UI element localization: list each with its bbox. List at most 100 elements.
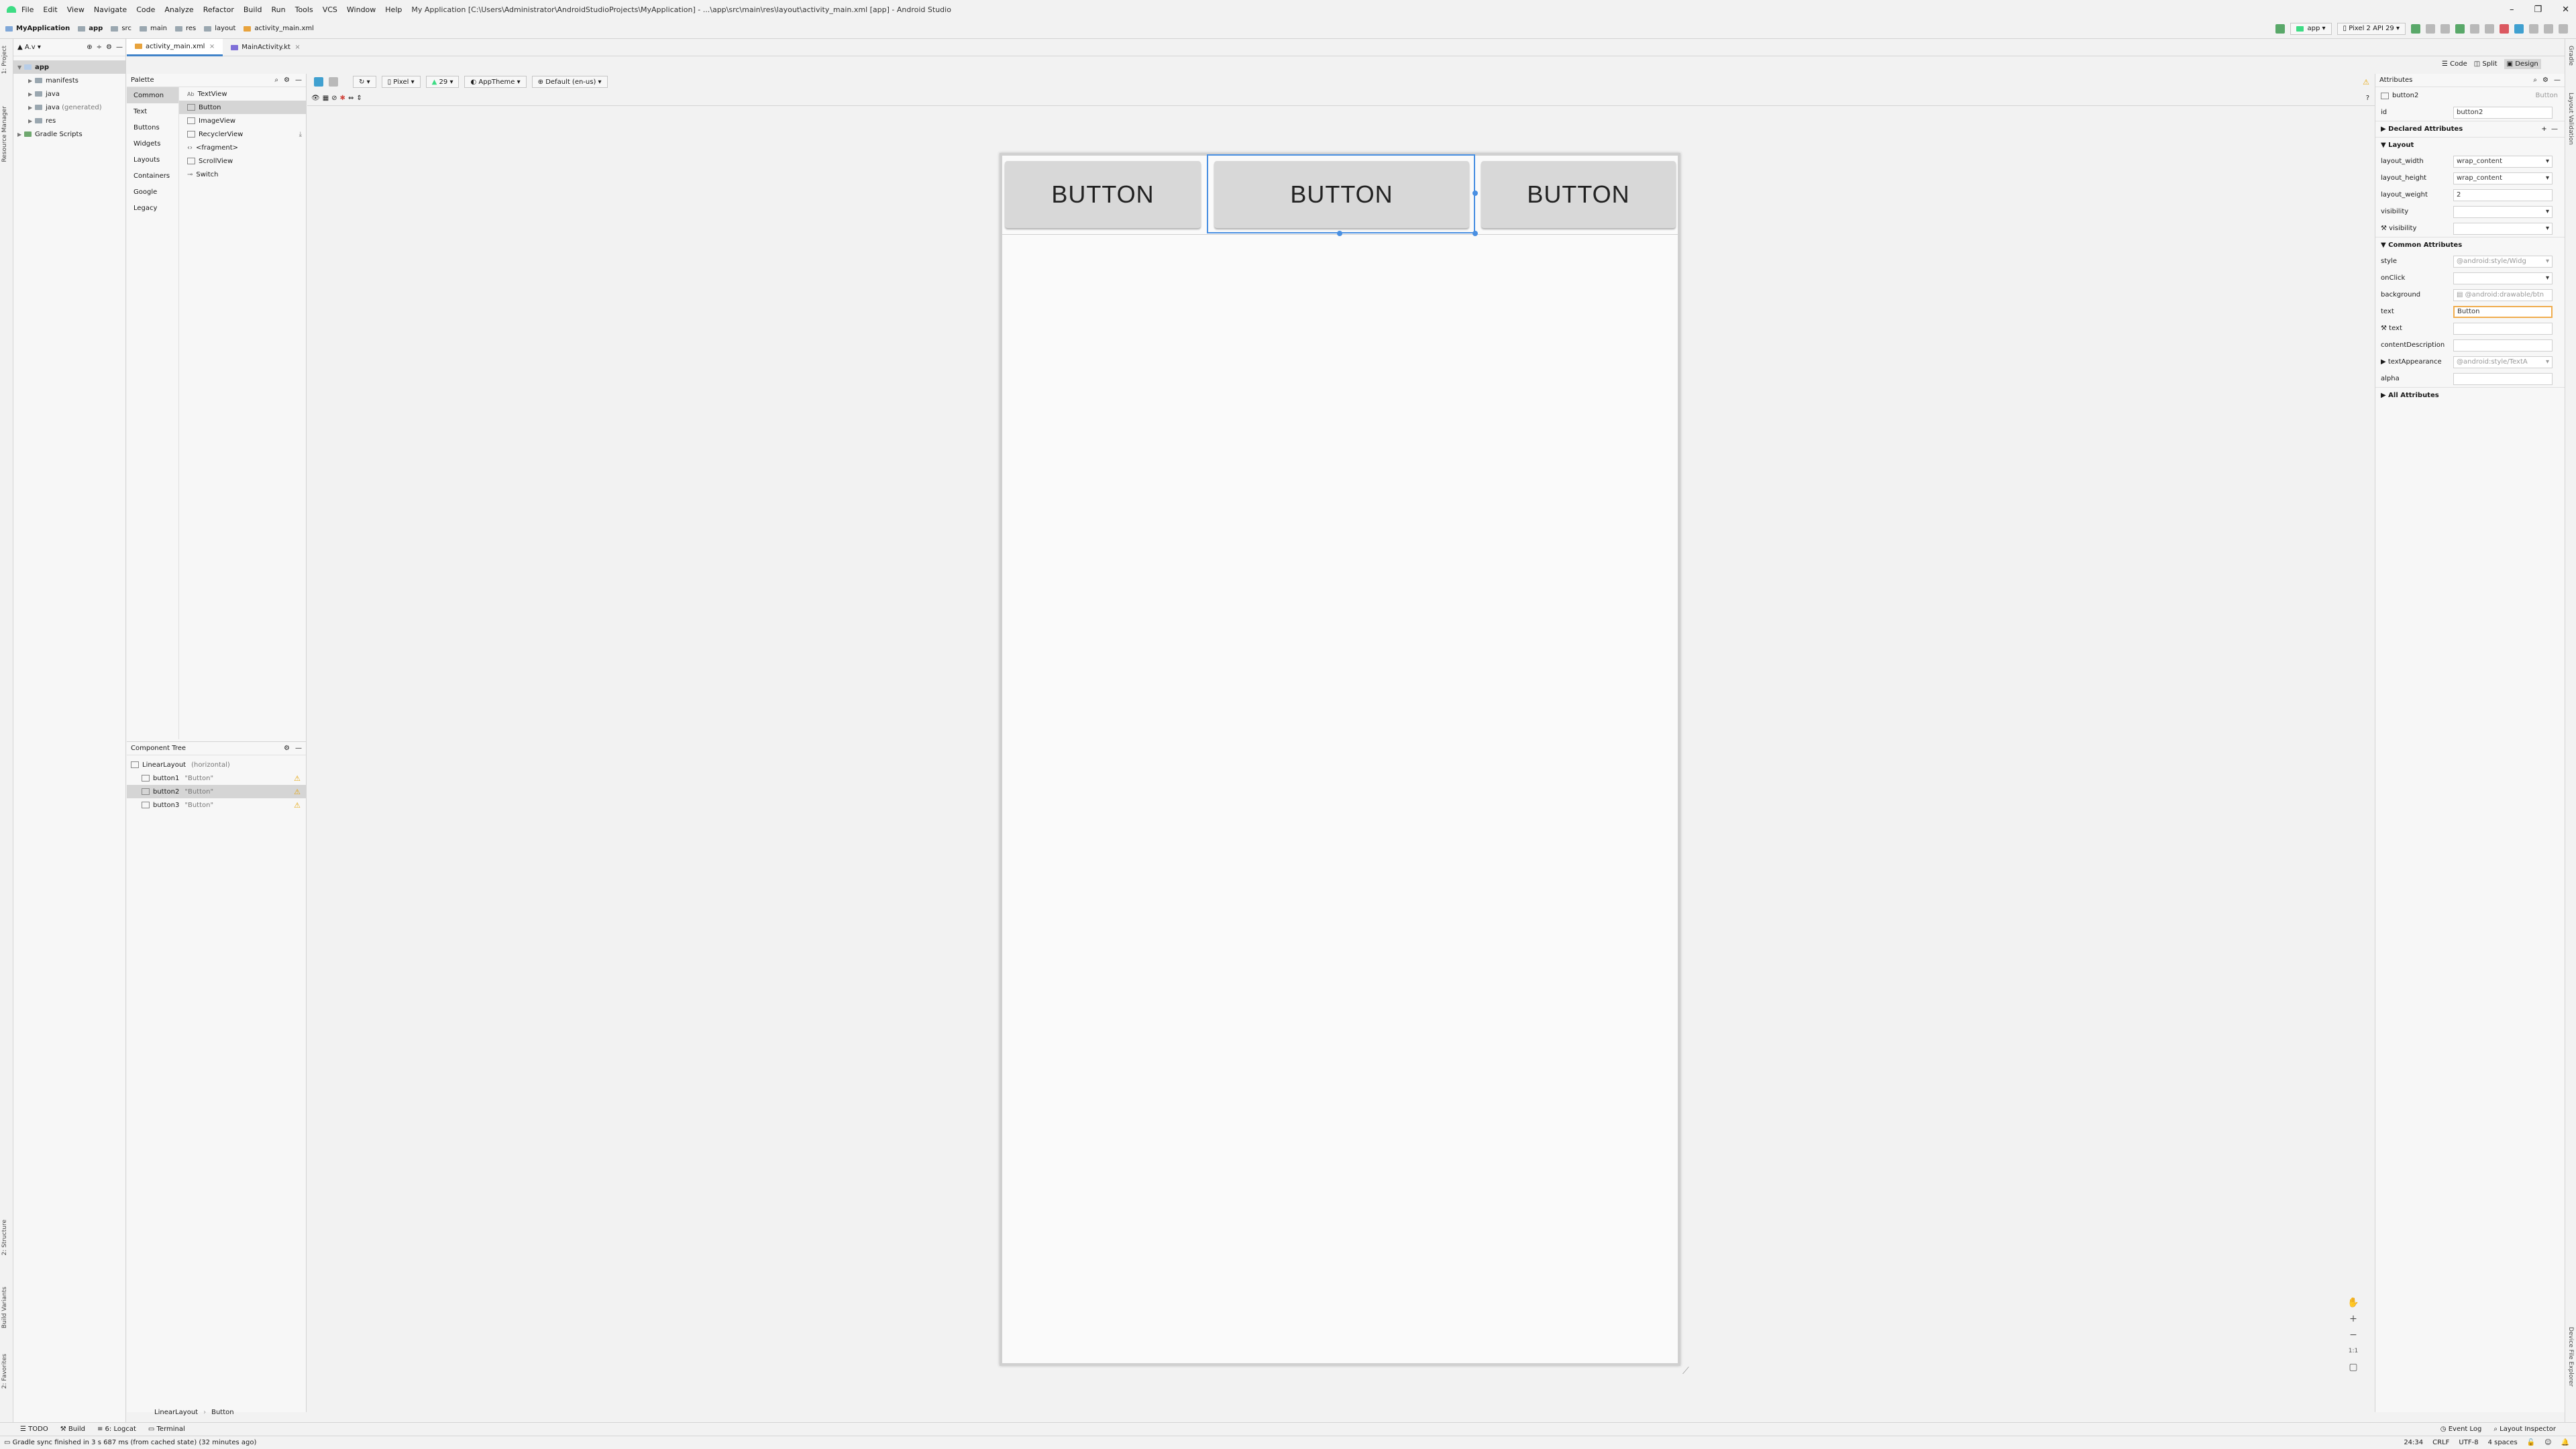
tools-visibility-select[interactable]: ▾ [2453, 222, 2553, 235]
breadcrumb-button[interactable]: Button [211, 1409, 234, 1416]
gear-icon[interactable]: ⚙ [284, 745, 290, 752]
close-icon[interactable]: ✕ [2562, 5, 2569, 15]
theme-select[interactable]: ◐ AppTheme ▾ [464, 76, 527, 88]
tab-main-activity[interactable]: MainActivity.kt × [223, 39, 308, 56]
warning-icon[interactable]: ⚠ [2363, 78, 2369, 87]
warning-icon[interactable]: ⚠ [294, 788, 301, 796]
expand-horizontal-icon[interactable]: ⇔ [348, 95, 354, 102]
section-declared-attributes[interactable]: ▶ Declared Attributes + — [2375, 121, 2565, 137]
device-preview[interactable]: BUTTON BUTTON BUTTON [1000, 153, 1680, 1366]
device-select[interactable]: ▯ Pixel 2 API 29 ▾ [2337, 22, 2406, 35]
search-icon[interactable]: ⌕ [2533, 76, 2537, 84]
close-tab-icon[interactable]: × [294, 44, 300, 51]
lock-icon[interactable]: 🔓 [2527, 1439, 2535, 1446]
profile-icon[interactable] [2470, 23, 2479, 34]
breadcrumb-item[interactable]: res [174, 25, 196, 32]
palette-category-legacy[interactable]: Legacy [127, 200, 178, 216]
gear-icon[interactable]: ⚙ [2542, 76, 2548, 84]
text-appearance-select[interactable]: @android:style/TextA ▾ [2453, 356, 2553, 368]
view-mode-code[interactable]: ☰ Code [2442, 60, 2467, 68]
gear-icon[interactable]: ⚙ [106, 44, 112, 51]
breadcrumb-item[interactable]: activity_main.xml [244, 25, 314, 32]
inspection-icon[interactable]: ☺ [2544, 1439, 2551, 1446]
resize-handle[interactable] [1472, 231, 1478, 236]
menu-view[interactable]: View [67, 5, 85, 14]
palette-item-imageview[interactable]: ImageView [179, 114, 306, 127]
resize-handle[interactable] [1337, 231, 1342, 236]
sync-gradle-icon[interactable] [2514, 23, 2524, 34]
palette-category-google[interactable]: Google [127, 184, 178, 200]
notification-icon[interactable]: 🔔 [2561, 1439, 2569, 1446]
status-message[interactable]: Gradle sync finished in 3 s 687 ms (from… [13, 1439, 257, 1446]
layout-inspector-tab[interactable]: ⌕ Layout Inspector [2493, 1426, 2556, 1433]
breadcrumb-linearlayout[interactable]: LinearLayout [154, 1409, 198, 1416]
menu-build[interactable]: Build [244, 5, 262, 14]
gear-icon[interactable]: ⚙ [284, 76, 290, 84]
id-field[interactable]: button2 [2453, 106, 2553, 119]
api-select[interactable]: ▲ 29 ▾ [425, 76, 460, 88]
palette-item-fragment[interactable]: ‹› <fragment> [179, 141, 306, 154]
palette-category-buttons[interactable]: Buttons [127, 119, 178, 136]
layout-width-select[interactable]: wrap_content ▾ [2453, 155, 2553, 168]
breadcrumb-item[interactable]: main [139, 25, 167, 32]
breadcrumb-item[interactable]: layout [204, 25, 235, 32]
tree-item-manifests[interactable]: ▶ manifests [13, 74, 125, 87]
section-all-attributes[interactable]: ▶ All Attributes [2375, 387, 2565, 403]
line-separator[interactable]: CRLF [2432, 1439, 2449, 1446]
avd-manager-icon[interactable] [2529, 23, 2538, 34]
logcat-tab[interactable]: ≡ 6: Logcat [97, 1426, 136, 1433]
text-field[interactable]: Button [2453, 305, 2553, 318]
search-icon[interactable] [2559, 23, 2568, 34]
palette-category-widgets[interactable]: Widgets [127, 136, 178, 152]
onclick-select[interactable]: ▾ [2453, 272, 2553, 284]
tree-item-java[interactable]: ▶ java [13, 87, 125, 101]
sdk-manager-icon[interactable] [2544, 23, 2553, 34]
build-variants-tab[interactable]: Build Variants [1, 1287, 8, 1328]
device-preview-select[interactable]: ▯ Pixel ▾ [381, 76, 421, 88]
palette-item-switch[interactable]: ⊸ Switch [179, 168, 306, 181]
tree-item-gradle-scripts[interactable]: ▶ Gradle Scripts [13, 127, 125, 141]
event-log-tab[interactable]: ◷ Event Log [2440, 1426, 2482, 1433]
hide-icon[interactable]: — [2554, 76, 2561, 84]
apply-changes-icon[interactable] [2426, 23, 2435, 34]
style-field[interactable]: @android:style/Widg ▾ [2453, 255, 2553, 268]
palette-category-text[interactable]: Text [127, 103, 178, 119]
resize-handle[interactable] [1472, 191, 1478, 196]
resize-corner-icon[interactable]: ⟋ [1682, 1366, 1689, 1377]
layout-weight-field[interactable]: 2 [2453, 189, 2553, 201]
warning-icon[interactable]: ⚠ [294, 774, 301, 783]
indent-setting[interactable]: 4 spaces [2488, 1439, 2518, 1446]
run-config-select[interactable]: app ▾ [2290, 22, 2332, 35]
menu-code[interactable]: Code [136, 5, 155, 14]
palette-item-button[interactable]: Button [179, 101, 306, 114]
tools-text-field[interactable] [2453, 322, 2553, 335]
locate-icon[interactable]: ⊕ [87, 44, 92, 51]
menu-file[interactable]: File [21, 5, 34, 14]
favorites-tab[interactable]: 2: Favorites [1, 1354, 8, 1389]
zoom-out-icon[interactable]: − [2345, 1327, 2361, 1343]
menu-analyze[interactable]: Analyze [164, 5, 193, 14]
help-icon[interactable]: ? [2366, 95, 2369, 102]
maximize-icon[interactable]: ❐ [2534, 5, 2542, 15]
menu-refactor[interactable]: Refactor [203, 5, 234, 14]
locale-select[interactable]: ⊕ Default (en-us) ▾ [531, 76, 608, 88]
file-encoding[interactable]: UTF-8 [2459, 1439, 2478, 1446]
gradle-tab[interactable]: Gradle [2567, 46, 2574, 66]
project-tool-tab[interactable]: 1: Project [1, 46, 8, 74]
collapse-icon[interactable]: ÷ [97, 44, 102, 51]
resource-manager-tab[interactable]: Resource Manager [1, 106, 8, 162]
tree-item-java-generated[interactable]: ▶ java (generated) [13, 101, 125, 114]
apply-code-changes-icon[interactable] [2440, 23, 2450, 34]
view-mode-design[interactable]: ▣ Design [2504, 59, 2541, 69]
hammer-icon[interactable] [2275, 23, 2286, 34]
tree-node-button2[interactable]: button2 "Button" ⚠ [127, 785, 306, 798]
palette-category-containers[interactable]: Containers [127, 168, 178, 184]
attach-debugger-icon[interactable] [2485, 23, 2494, 34]
minimize-icon[interactable]: – [2510, 5, 2514, 15]
menu-run[interactable]: Run [272, 5, 286, 14]
tree-item-res[interactable]: ▶ res [13, 114, 125, 127]
close-tab-icon[interactable]: × [209, 43, 215, 50]
hide-icon[interactable]: — [116, 44, 123, 51]
design-view-icon[interactable] [314, 77, 323, 87]
breadcrumb-item[interactable]: MyApplication [5, 25, 70, 32]
